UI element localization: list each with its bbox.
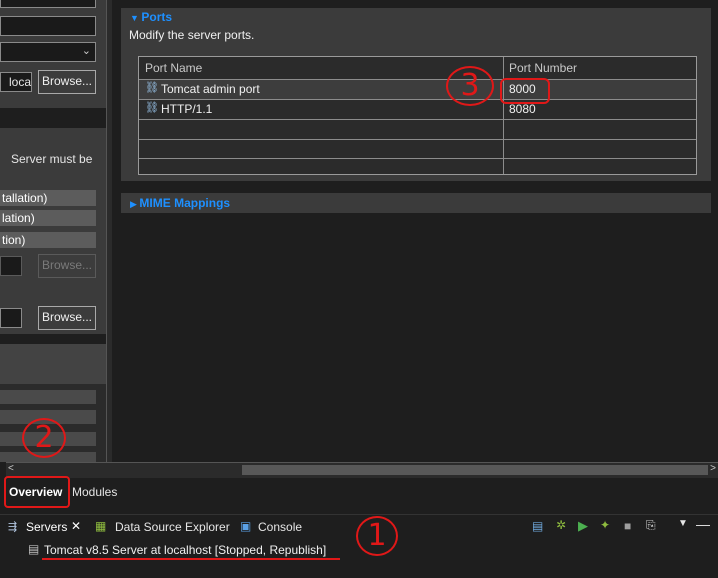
minimize-icon[interactable]: — [696, 516, 710, 532]
ports-description: Modify the server ports. [129, 28, 255, 42]
runtime-select[interactable]: ⌄ [0, 42, 96, 62]
left-row[interactable] [0, 390, 96, 404]
server-entry[interactable]: Tomcat v8.5 Server at localhost [Stopped… [44, 543, 326, 557]
profile-icon[interactable]: ✦ [600, 518, 610, 532]
tomcat-server-icon: ▤ [28, 542, 40, 556]
option-row-2[interactable]: lation) [0, 210, 96, 226]
chevron-down-icon: ⌄ [81, 45, 91, 57]
tab-data-source-explorer[interactable]: Data Source Explorer [115, 520, 230, 534]
view-menu-icon[interactable]: ▼ [678, 518, 688, 529]
port-icon: ⛓ [145, 102, 159, 114]
browse-button-3[interactable]: Browse... [38, 306, 96, 330]
annotation-port-box [500, 78, 550, 104]
new-server-icon[interactable]: ▤ [532, 519, 543, 533]
ports-section-title[interactable]: ▼ Ports [130, 10, 172, 24]
port-name: HTTP/1.1 [161, 102, 213, 116]
publish-icon[interactable]: ⎘ [646, 518, 656, 533]
editor-tabs: Overview Modules [0, 480, 718, 506]
left-panel-top: ⌄ loca Browse... [0, 0, 106, 108]
table-row[interactable] [139, 157, 696, 176]
database-icon: ▦ [95, 519, 107, 533]
expand-triangle-icon[interactable]: ▼ [130, 13, 141, 23]
column-divider[interactable] [503, 57, 504, 174]
option-row-3[interactable]: tion) [0, 232, 96, 248]
option-row-1[interactable]: tallation) [0, 190, 96, 206]
port-name: Tomcat admin port [161, 82, 260, 96]
scrollbar-thumb[interactable] [242, 465, 708, 475]
stop-server-icon[interactable]: ■ [624, 519, 631, 533]
close-icon[interactable]: ✕ [71, 519, 81, 533]
annotation-underline [42, 558, 340, 560]
annotation-one: 1 [356, 516, 398, 556]
tab-console[interactable]: Console [258, 520, 302, 534]
port-icon: ⛓ [145, 82, 159, 94]
browse-disabled-button: Browse... [38, 254, 96, 278]
vertical-scrollbar[interactable] [106, 0, 112, 462]
scroll-left-icon[interactable]: < [8, 463, 14, 474]
location-field[interactable]: loca [0, 72, 32, 92]
annotation-three: 3 [446, 66, 494, 106]
table-header-row: Port Name Port Number [139, 57, 696, 80]
server-note-label: Server must be [11, 152, 93, 166]
table-row[interactable]: ⛓ HTTP/1.1 8080 [139, 100, 696, 120]
ports-table: Port Name Port Number ⛓ Tomcat admin por… [138, 56, 697, 175]
table-row[interactable] [139, 139, 696, 159]
top-field[interactable] [0, 0, 96, 8]
column-header-port-number[interactable]: Port Number [509, 61, 577, 75]
disabled-path-field [0, 256, 22, 276]
debug-icon[interactable]: ✲ [556, 518, 566, 532]
browse-button[interactable]: Browse... [38, 70, 96, 94]
tab-servers[interactable]: Servers [26, 520, 67, 534]
left-section-header [0, 344, 112, 384]
annotation-overview-box [4, 476, 70, 508]
scroll-right-icon[interactable]: > [710, 463, 716, 474]
tab-modules[interactable]: Modules [72, 485, 117, 499]
start-server-icon[interactable]: ▶ [578, 518, 588, 534]
port-number[interactable]: 8080 [509, 102, 536, 116]
collapse-triangle-icon[interactable]: ▶ [130, 199, 139, 209]
table-row[interactable]: ⛓ Tomcat admin port 8000 [139, 80, 696, 100]
console-icon: ▣ [240, 519, 252, 533]
column-header-port-name[interactable]: Port Name [145, 61, 202, 75]
left-panel-mid: Server must be tallation) lation) tion) … [0, 128, 106, 334]
annotation-two: 2 [22, 418, 66, 458]
servers-icon: ⇶ [8, 521, 18, 533]
name-field[interactable] [0, 16, 96, 36]
path-field[interactable] [0, 308, 22, 328]
mime-section-title[interactable]: ▶ MIME Mappings [130, 196, 230, 210]
table-row[interactable] [139, 120, 696, 140]
